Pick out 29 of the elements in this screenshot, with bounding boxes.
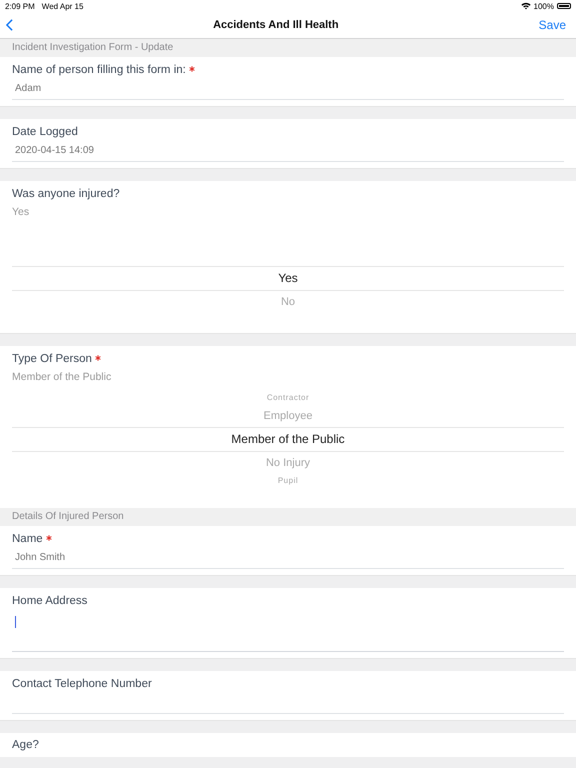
screen-title: Accidents And Ill Health xyxy=(212,19,340,31)
field-label: Name of person filling this form in: xyxy=(12,64,186,76)
text-field[interactable]: John Smith xyxy=(12,548,564,569)
field-label: Was anyone injured? xyxy=(12,188,120,200)
picker-option[interactable]: Pupil xyxy=(12,474,564,488)
battery-percentage: 100% xyxy=(534,2,554,10)
picker-option[interactable]: Member of the Public xyxy=(12,427,564,452)
battery-icon xyxy=(557,3,571,9)
text-field[interactable]: Adam xyxy=(12,79,564,100)
field-label: Age? xyxy=(12,739,39,751)
field-label: Date Logged xyxy=(12,126,78,138)
selected-value: Member of the Public xyxy=(12,371,112,383)
picker-option[interactable]: Contractor xyxy=(12,391,564,405)
picker-option[interactable]: Employee xyxy=(12,405,564,427)
text-cursor xyxy=(15,616,16,628)
field-label: Name xyxy=(12,533,43,545)
field-label: Contact Telephone Number xyxy=(12,678,152,690)
wifi-icon xyxy=(520,2,531,10)
text-field[interactable]: 2020-04-15 14:09 xyxy=(12,141,564,162)
selected-value: Yes xyxy=(12,206,30,218)
status-date: Wed Apr 15 xyxy=(42,2,84,10)
field-label: Home Address xyxy=(12,595,88,607)
picker-option[interactable]: Yes xyxy=(12,266,564,291)
field-label: Type Of Person xyxy=(12,353,92,365)
picker-option[interactable]: No Injury xyxy=(12,452,564,474)
status-time: 2:09 PM xyxy=(5,2,35,10)
save-button[interactable]: Save xyxy=(538,18,566,32)
back-chevron-icon[interactable] xyxy=(6,19,13,31)
picker-option[interactable]: No xyxy=(12,291,564,313)
